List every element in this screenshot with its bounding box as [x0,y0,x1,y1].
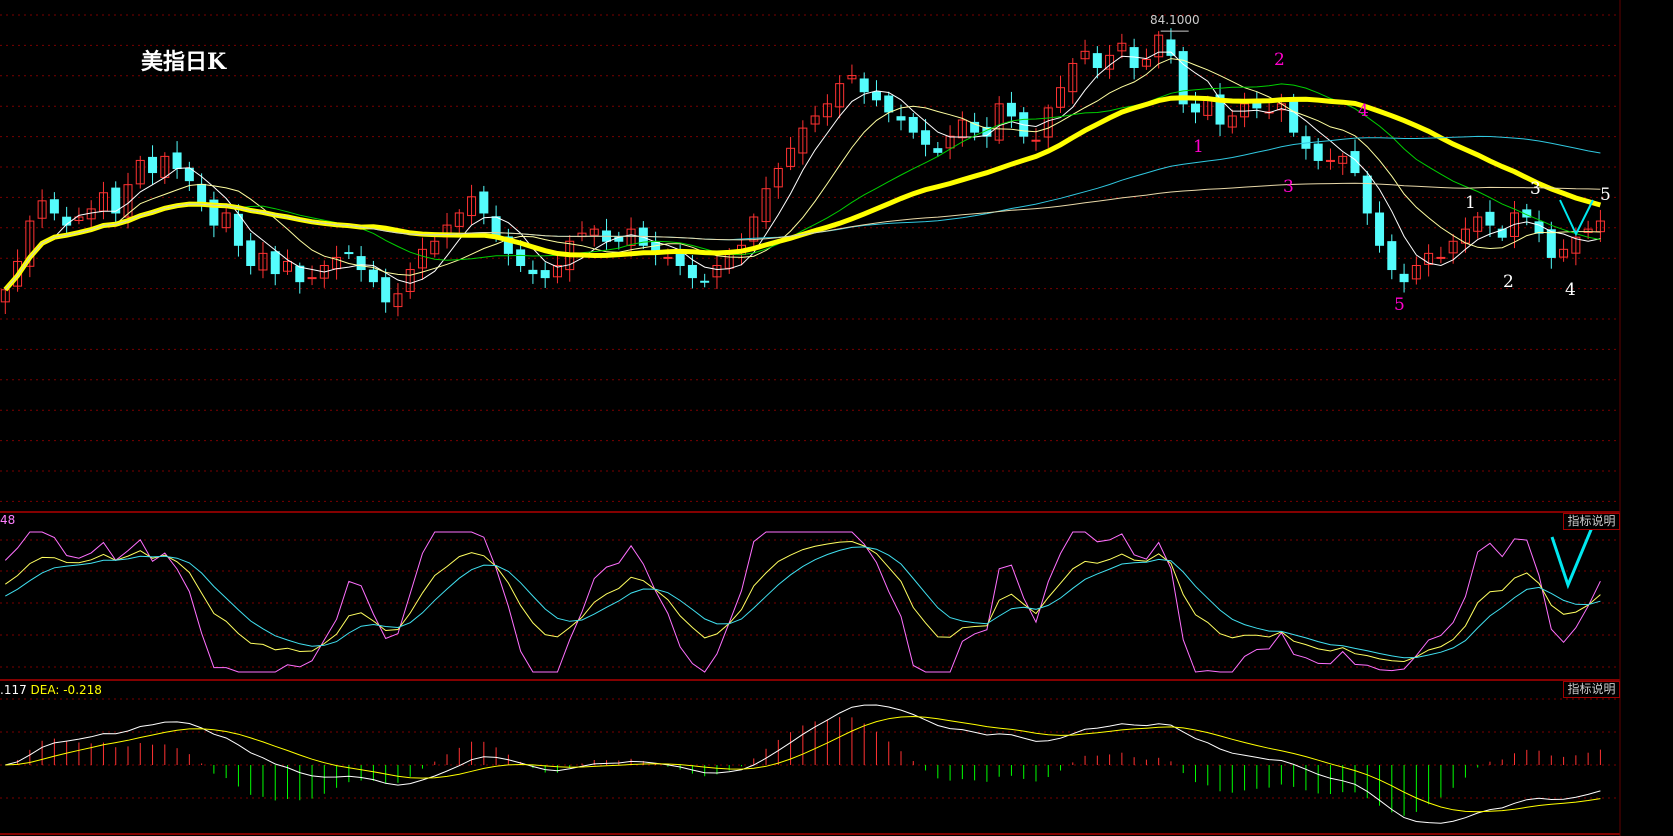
candle-body [1546,229,1556,258]
wave-label-white-2: 2 [1503,272,1514,292]
candle-body [148,156,158,174]
kdj-j-line [4,531,1601,673]
candle-body [1399,273,1409,283]
candle-body [172,152,182,170]
wave-label-pink-1: 1 [1193,137,1204,157]
wave-label-pink-5: 5 [1394,295,1405,315]
candle-body [1006,102,1016,117]
candle-body [344,252,354,255]
ma10-line [4,58,1601,291]
candle-body [295,265,305,283]
kdj-d-line [5,546,1601,659]
wave-label-pink-3: 3 [1283,177,1294,197]
wave-label-white-3: 3 [1530,179,1541,199]
candle-body [1166,39,1176,56]
candle-body [1289,101,1299,133]
candle-body [479,191,489,214]
wave-label-pink-4: 4 [1358,101,1369,121]
macd-dif-label: .117 [0,683,27,697]
candle-body [1534,221,1544,234]
candle-body [1375,212,1385,246]
candle-body [270,251,280,275]
kline-chart[interactable] [0,0,1673,836]
candle-body [1436,256,1446,259]
candle-body [687,264,697,279]
max-price-marker: 84.1000 [1150,13,1200,27]
candle-body [921,130,931,145]
candle-body [1092,53,1102,68]
candle-body [516,249,526,266]
kdj-value-label: 48 [0,513,16,527]
candle-body [1485,211,1495,226]
candle-body [528,269,538,275]
chart-title: 美指日K [141,49,227,75]
candle-body [908,116,918,133]
candle-body [381,277,391,303]
candle-body [49,199,59,214]
wave-label-white-4: 4 [1565,280,1576,300]
candle-body [1190,103,1200,113]
candle-body [540,270,550,279]
candle-body [1387,241,1397,271]
candle-body [246,240,256,266]
wave-label-white-5: 5 [1600,185,1611,205]
candle-body [933,148,943,153]
wave-label-pink-2: 2 [1274,50,1285,70]
ma5-line [4,51,1601,291]
macd-dea-label: DEA: -0.218 [30,683,102,697]
candle-body [356,256,366,271]
candle-body [700,280,710,283]
kdj-k-line [5,540,1601,663]
wave-label-white-1: 1 [1465,193,1476,213]
candle-body [1313,143,1323,161]
v-annotation-kdj [1550,524,1595,590]
candle-body [233,213,243,246]
macd-help-button[interactable]: 指标说明 [1563,681,1620,698]
candle-body [871,91,881,101]
candle-body [1362,175,1372,214]
candle-body [896,116,906,121]
candle-body [307,277,317,280]
kdj-help-button[interactable]: 指标说明 [1563,513,1620,530]
candle-body [663,256,673,259]
candle-body [859,78,869,93]
candle-body [675,253,685,266]
candle-body [368,269,378,283]
candle-body [884,95,894,113]
candle-body [1031,139,1041,142]
